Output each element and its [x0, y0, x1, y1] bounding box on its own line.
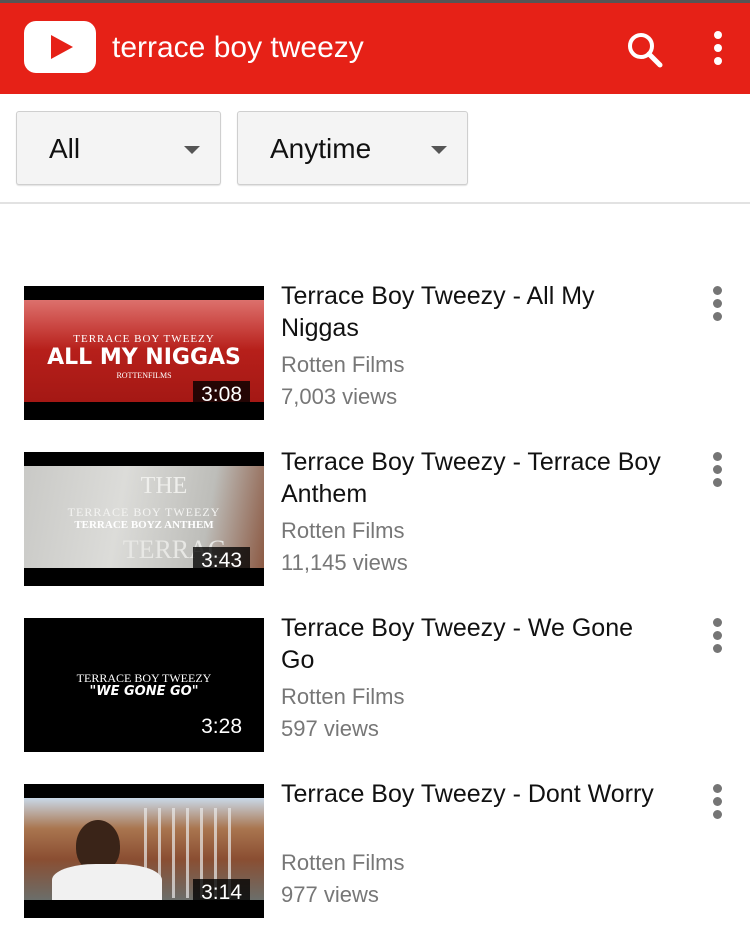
thumbnail-caption: TERRACE BOYZ ANTHEM: [74, 519, 214, 531]
channel-name[interactable]: Rotten Films: [281, 518, 404, 544]
view-count: 597 views: [281, 716, 379, 741]
view-count: 11,145 views: [281, 550, 408, 575]
overflow-menu-button[interactable]: [700, 27, 736, 73]
video-duration: 3:43: [193, 547, 250, 576]
video-title[interactable]: Terrace Boy Tweezy - Terrace Boy Anthem: [281, 446, 661, 510]
youtube-logo[interactable]: [24, 21, 96, 73]
view-count: 977 views: [281, 882, 379, 907]
more-vert-icon: [714, 31, 722, 65]
app-bar: terrace boy tweezy: [0, 0, 750, 94]
channel-name[interactable]: Rotten Films: [281, 684, 404, 710]
thumbnail-caption: THE: [140, 473, 188, 499]
video-thumbnail[interactable]: THE TERRACE BOY TWEEZY TERRACE BOYZ ANTH…: [24, 452, 264, 586]
view-count: 7,003 views: [281, 384, 398, 409]
time-filter-label: Anytime: [270, 133, 372, 164]
video-thumbnail[interactable]: 3:14: [24, 784, 264, 918]
thumbnail-caption: ROTTENFILMS: [116, 371, 172, 380]
thumbnail-caption: "WE GONE GO": [89, 684, 199, 699]
type-filter-dropdown[interactable]: All: [16, 111, 221, 185]
type-filter-label: All: [49, 133, 81, 164]
more-vert-icon[interactable]: [706, 778, 730, 819]
thumbnail-caption: ALL MY NIGGAS: [47, 345, 241, 370]
video-result[interactable]: TERRACE BOY TWEEZY ALL MY NIGGAS ROTTENF…: [0, 280, 750, 446]
search-icon: [628, 33, 663, 68]
more-vert-icon[interactable]: [706, 446, 730, 487]
thumbnail-caption: TERRACE BOY TWEEZY: [67, 505, 221, 519]
more-vert-icon[interactable]: [706, 612, 730, 653]
search-button[interactable]: [622, 27, 668, 73]
video-duration: 3:14: [193, 879, 250, 908]
channel-name[interactable]: Rotten Films: [281, 850, 404, 876]
video-title[interactable]: Terrace Boy Tweezy - All My Niggas: [281, 280, 661, 344]
search-query[interactable]: terrace boy tweezy: [112, 31, 364, 65]
video-duration: 3:28: [193, 713, 250, 742]
filter-bar: All Anytime: [0, 94, 750, 204]
dropdown-arrow-icon: [184, 146, 200, 154]
dropdown-arrow-icon: [431, 146, 447, 154]
video-thumbnail[interactable]: TERRACE BOY TWEEZY ALL MY NIGGAS ROTTENF…: [24, 286, 264, 420]
results-list: TERRACE BOY TWEEZY ALL MY NIGGAS ROTTENF…: [0, 280, 750, 937]
video-result[interactable]: 3:14 Terrace Boy Tweezy - Dont Worry Rot…: [0, 778, 750, 937]
thumbnail-caption: TERRACE BOY TWEEZY: [73, 333, 215, 345]
video-result[interactable]: TERRACE BOY TWEEZY "WE GONE GO" 3:28 Ter…: [0, 612, 750, 778]
video-title[interactable]: Terrace Boy Tweezy - We Gone Go: [281, 612, 661, 676]
play-icon: [51, 35, 73, 59]
thumbnail-caption: TERRACE BOY TWEEZY: [76, 671, 212, 685]
video-title[interactable]: Terrace Boy Tweezy - Dont Worry: [281, 778, 661, 810]
more-vert-icon[interactable]: [706, 280, 730, 321]
channel-name[interactable]: Rotten Films: [281, 352, 404, 378]
video-duration: 3:08: [193, 381, 250, 410]
time-filter-dropdown[interactable]: Anytime: [237, 111, 468, 185]
video-result[interactable]: THE TERRACE BOY TWEEZY TERRACE BOYZ ANTH…: [0, 446, 750, 612]
video-thumbnail[interactable]: TERRACE BOY TWEEZY "WE GONE GO" 3:28: [24, 618, 264, 752]
